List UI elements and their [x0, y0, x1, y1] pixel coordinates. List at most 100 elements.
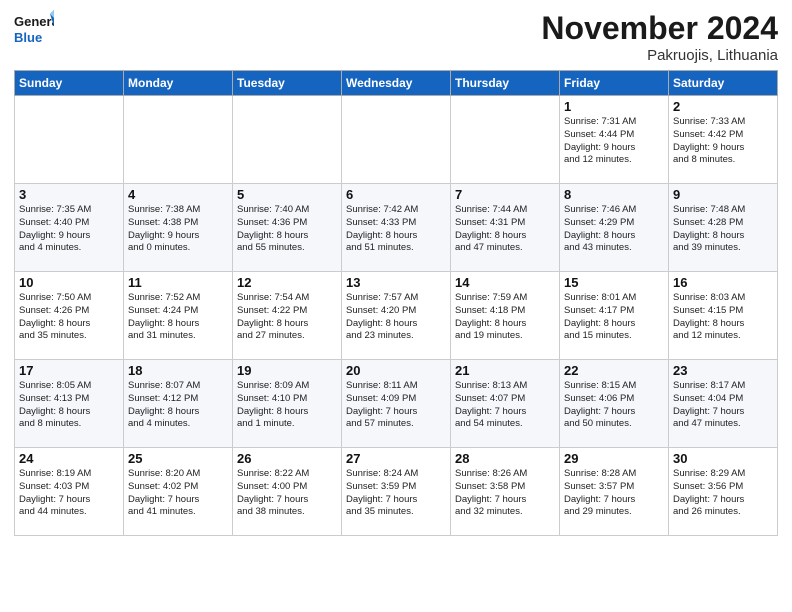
calendar-cell: 5 Sunrise: 7:40 AM Sunset: 4:36 PM Daylig… [233, 184, 342, 272]
day-detail: Sunrise: 8:09 AM Sunset: 4:10 PM Dayligh… [237, 380, 337, 431]
day-detail: Sunrise: 8:28 AM Sunset: 3:57 PM Dayligh… [564, 468, 664, 519]
day-number: 17 [19, 363, 119, 378]
day-number: 15 [564, 275, 664, 290]
logo: General Blue [14, 10, 56, 53]
calendar-cell: 10Sunrise: 7:50 AM Sunset: 4:26 PM Dayli… [15, 272, 124, 360]
title-block: November 2024 Pakruojis, Lithuania [541, 10, 778, 64]
day-detail: Sunrise: 7:31 AM Sunset: 4:44 PM Dayligh… [564, 116, 664, 167]
day-detail: Sunrise: 8:19 AM Sunset: 4:03 PM Dayligh… [19, 468, 119, 519]
day-detail: Sunrise: 8:05 AM Sunset: 4:13 PM Dayligh… [19, 380, 119, 431]
month-title: November 2024 [541, 10, 778, 47]
day-detail: Sunrise: 8:26 AM Sunset: 3:58 PM Dayligh… [455, 468, 555, 519]
calendar-cell: 26 Sunrise: 8:22 AM Sunset: 4:00 PM Dayli… [233, 448, 342, 536]
day-detail: Sunrise: 8:22 AM Sunset: 4:00 PM Dayligh… [237, 468, 337, 519]
calendar-cell [233, 96, 342, 184]
day-number: 21 [455, 363, 555, 378]
col-thursday: Thursday [451, 71, 560, 96]
day-number: 12 [237, 275, 337, 290]
day-number: 27 [346, 451, 446, 466]
day-number: 28 [455, 451, 555, 466]
day-number: 9 [673, 187, 773, 202]
calendar-cell: 7Sunrise: 7:44 AM Sunset: 4:31 PM Daylig… [451, 184, 560, 272]
day-detail: Sunrise: 8:17 AM Sunset: 4:04 PM Dayligh… [673, 380, 773, 431]
calendar-cell: 22Sunrise: 8:15 AM Sunset: 4:06 PM Dayli… [560, 360, 669, 448]
day-number: 30 [673, 451, 773, 466]
day-detail: Sunrise: 8:24 AM Sunset: 3:59 PM Dayligh… [346, 468, 446, 519]
day-number: 3 [19, 187, 119, 202]
day-detail: Sunrise: 7:57 AM Sunset: 4:20 PM Dayligh… [346, 292, 446, 343]
day-number: 6 [346, 187, 446, 202]
calendar-cell: 30 Sunrise: 8:29 AM Sunset: 3:56 PM Dayli… [669, 448, 778, 536]
day-number: 14 [455, 275, 555, 290]
location: Pakruojis, Lithuania [541, 47, 778, 64]
calendar-cell: 6Sunrise: 7:42 AM Sunset: 4:33 PM Daylig… [342, 184, 451, 272]
day-detail: Sunrise: 8:03 AM Sunset: 4:15 PM Dayligh… [673, 292, 773, 343]
calendar-cell: 23Sunrise: 8:17 AM Sunset: 4:04 PM Dayli… [669, 360, 778, 448]
day-number: 11 [128, 275, 228, 290]
day-number: 29 [564, 451, 664, 466]
calendar-cell: 21 Sunrise: 8:13 AM Sunset: 4:07 PM Dayli… [451, 360, 560, 448]
day-detail: Sunrise: 7:38 AM Sunset: 4:38 PM Dayligh… [128, 204, 228, 255]
calendar-cell: 12 Sunrise: 7:54 AM Sunset: 4:22 PM Dayli… [233, 272, 342, 360]
day-number: 1 [564, 99, 664, 114]
day-detail: Sunrise: 7:33 AM Sunset: 4:42 PM Dayligh… [673, 116, 773, 167]
day-detail: Sunrise: 7:44 AM Sunset: 4:31 PM Dayligh… [455, 204, 555, 255]
day-number: 2 [673, 99, 773, 114]
day-detail: Sunrise: 7:50 AM Sunset: 4:26 PM Dayligh… [19, 292, 119, 343]
calendar-cell: 4Sunrise: 7:38 AM Sunset: 4:38 PM Daylig… [124, 184, 233, 272]
calendar-cell: 16 Sunrise: 8:03 AM Sunset: 4:15 PM Dayli… [669, 272, 778, 360]
calendar-week-3: 17 Sunrise: 8:05 AM Sunset: 4:13 PM Dayli… [15, 360, 778, 448]
page: General Blue November 2024 Pakruojis, Li… [0, 0, 792, 612]
col-saturday: Saturday [669, 71, 778, 96]
day-detail: Sunrise: 7:46 AM Sunset: 4:29 PM Dayligh… [564, 204, 664, 255]
calendar-cell: 19 Sunrise: 8:09 AM Sunset: 4:10 PM Dayli… [233, 360, 342, 448]
day-detail: Sunrise: 7:59 AM Sunset: 4:18 PM Dayligh… [455, 292, 555, 343]
col-sunday: Sunday [15, 71, 124, 96]
calendar-week-2: 10Sunrise: 7:50 AM Sunset: 4:26 PM Dayli… [15, 272, 778, 360]
calendar-week-1: 3Sunrise: 7:35 AM Sunset: 4:40 PM Daylig… [15, 184, 778, 272]
day-detail: Sunrise: 7:54 AM Sunset: 4:22 PM Dayligh… [237, 292, 337, 343]
day-number: 20 [346, 363, 446, 378]
col-monday: Monday [124, 71, 233, 96]
calendar-cell: 27 Sunrise: 8:24 AM Sunset: 3:59 PM Dayli… [342, 448, 451, 536]
calendar-cell: 1 Sunrise: 7:31 AM Sunset: 4:44 PM Daylig… [560, 96, 669, 184]
day-number: 25 [128, 451, 228, 466]
col-wednesday: Wednesday [342, 71, 451, 96]
calendar-cell: 8Sunrise: 7:46 AM Sunset: 4:29 PM Daylig… [560, 184, 669, 272]
day-number: 22 [564, 363, 664, 378]
day-detail: Sunrise: 7:52 AM Sunset: 4:24 PM Dayligh… [128, 292, 228, 343]
calendar-cell: 15 Sunrise: 8:01 AM Sunset: 4:17 PM Dayli… [560, 272, 669, 360]
day-detail: Sunrise: 8:13 AM Sunset: 4:07 PM Dayligh… [455, 380, 555, 431]
calendar-cell: 29 Sunrise: 8:28 AM Sunset: 3:57 PM Dayli… [560, 448, 669, 536]
day-number: 24 [19, 451, 119, 466]
calendar-cell: 18Sunrise: 8:07 AM Sunset: 4:12 PM Dayli… [124, 360, 233, 448]
day-number: 16 [673, 275, 773, 290]
calendar-week-4: 24 Sunrise: 8:19 AM Sunset: 4:03 PM Dayli… [15, 448, 778, 536]
svg-text:Blue: Blue [14, 30, 42, 45]
calendar-header-row: Sunday Monday Tuesday Wednesday Thursday… [15, 71, 778, 96]
calendar-cell: 3Sunrise: 7:35 AM Sunset: 4:40 PM Daylig… [15, 184, 124, 272]
svg-text:General: General [14, 14, 54, 29]
calendar-cell: 2 Sunrise: 7:33 AM Sunset: 4:42 PM Daylig… [669, 96, 778, 184]
day-detail: Sunrise: 7:40 AM Sunset: 4:36 PM Dayligh… [237, 204, 337, 255]
day-detail: Sunrise: 8:01 AM Sunset: 4:17 PM Dayligh… [564, 292, 664, 343]
logo-svg: General Blue [14, 10, 54, 48]
day-detail: Sunrise: 8:29 AM Sunset: 3:56 PM Dayligh… [673, 468, 773, 519]
calendar-cell [124, 96, 233, 184]
calendar-cell: 17 Sunrise: 8:05 AM Sunset: 4:13 PM Dayli… [15, 360, 124, 448]
calendar-cell: 11 Sunrise: 7:52 AM Sunset: 4:24 PM Dayli… [124, 272, 233, 360]
col-friday: Friday [560, 71, 669, 96]
calendar-cell [342, 96, 451, 184]
calendar: Sunday Monday Tuesday Wednesday Thursday… [14, 70, 778, 536]
day-detail: Sunrise: 8:20 AM Sunset: 4:02 PM Dayligh… [128, 468, 228, 519]
calendar-cell [451, 96, 560, 184]
day-detail: Sunrise: 7:48 AM Sunset: 4:28 PM Dayligh… [673, 204, 773, 255]
day-number: 5 [237, 187, 337, 202]
logo-graphic: General Blue [14, 10, 54, 53]
day-number: 26 [237, 451, 337, 466]
calendar-cell: 14 Sunrise: 7:59 AM Sunset: 4:18 PM Dayli… [451, 272, 560, 360]
day-detail: Sunrise: 8:11 AM Sunset: 4:09 PM Dayligh… [346, 380, 446, 431]
day-number: 19 [237, 363, 337, 378]
calendar-cell: 9 Sunrise: 7:48 AM Sunset: 4:28 PM Daylig… [669, 184, 778, 272]
calendar-cell: 13Sunrise: 7:57 AM Sunset: 4:20 PM Dayli… [342, 272, 451, 360]
